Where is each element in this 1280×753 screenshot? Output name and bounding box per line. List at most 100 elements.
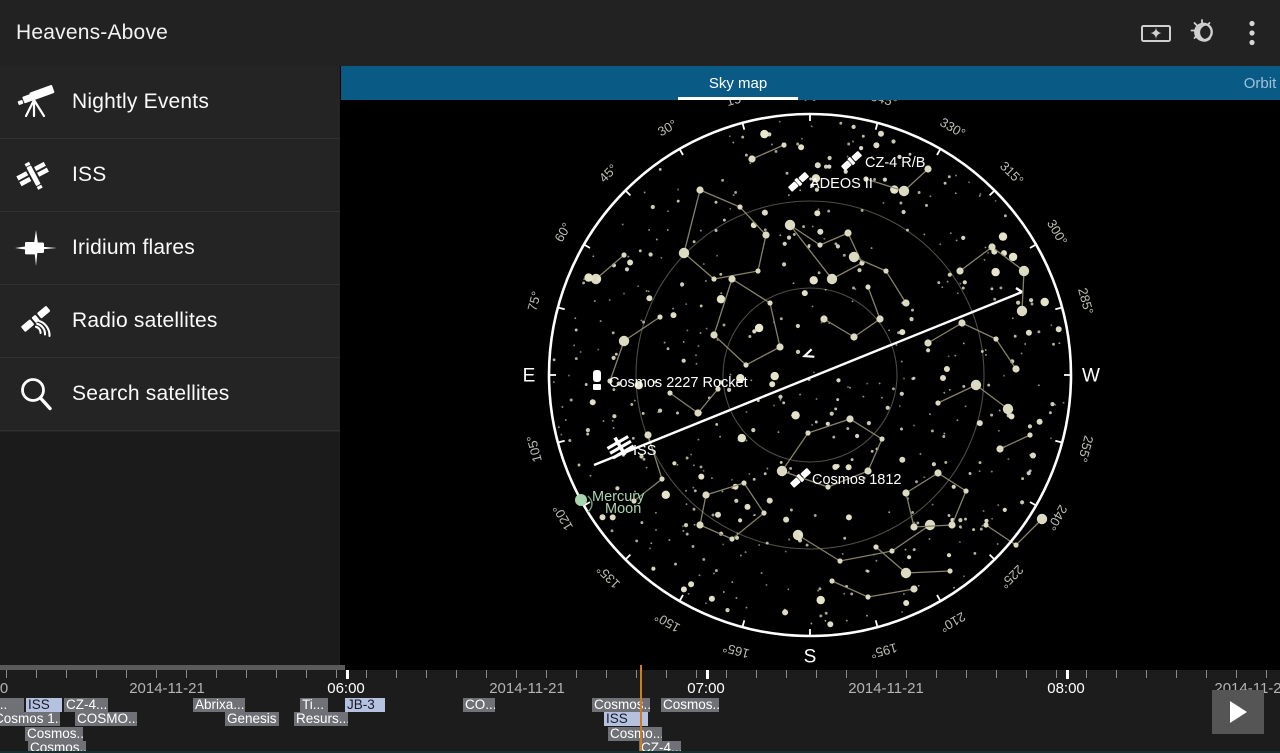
radio-satellite-icon — [0, 304, 72, 338]
timeline-tick — [936, 670, 937, 678]
timeline[interactable]: 02014-11-2106:002014-11-2107:002014-11-2… — [0, 665, 1280, 753]
app-root: Heavens-Above — [0, 0, 1280, 753]
timeline-tick — [966, 670, 967, 678]
timeline-event-chip[interactable]: Genesis I — [225, 712, 279, 726]
drawer-empty-area — [0, 432, 340, 665]
timeline-tick — [546, 670, 547, 678]
timeline-major-tick — [706, 670, 709, 679]
timeline-tick — [726, 670, 727, 678]
timeline-tick — [816, 670, 817, 678]
tab-sky-map[interactable]: Sky map — [669, 66, 807, 100]
timeline-tick — [1236, 670, 1237, 678]
cardboard-vr-icon[interactable] — [1132, 0, 1180, 66]
timeline-event-chip[interactable]: Cosmos 1... — [0, 712, 60, 726]
space-station-icon — [0, 158, 72, 192]
timeline-tick — [366, 670, 367, 678]
timeline-event-chip[interactable]: ISS — [26, 698, 62, 712]
timeline-tick — [636, 670, 637, 678]
timeline-event-chip[interactable]: Cosmos... — [25, 727, 83, 741]
timeline-ruler-label: 08:00 — [1047, 680, 1085, 697]
tab-orbit[interactable]: Orbit — [1212, 66, 1280, 100]
satellite-label[interactable]: ISS — [633, 443, 656, 459]
satellite-label[interactable]: CZ-4 R/B — [865, 155, 925, 171]
sky-map-canvas[interactable]: NESW15°30°45°60°75°105°120°135°150°165°1… — [341, 100, 1280, 665]
timeline-tick — [516, 670, 517, 678]
timeline-tick — [1026, 670, 1027, 678]
timeline-tick — [276, 670, 277, 678]
timeline-tick — [1266, 670, 1267, 678]
content-area: Sky map Orbit NESW15°30°45°60°75°105°120… — [341, 66, 1280, 665]
timeline-event-chip[interactable]: ... — [0, 698, 24, 712]
timeline-tick — [126, 670, 127, 678]
sidebar-item-label: ISS — [72, 163, 106, 187]
sidebar-item-radio-satellites[interactable]: Radio satellites — [0, 285, 340, 358]
iridium-flare-icon — [0, 230, 72, 266]
timeline-tick — [846, 670, 847, 678]
timeline-tick — [786, 670, 787, 678]
timeline-time-cursor[interactable] — [640, 665, 642, 753]
rocket-body-icon[interactable] — [593, 370, 601, 390]
timeline-tick — [696, 670, 697, 678]
play-button[interactable] — [1212, 690, 1264, 734]
navigation-drawer: Nightly Events ISS — [0, 66, 341, 665]
timeline-tick — [246, 670, 247, 678]
timeline-event-chip[interactable]: Abrixa... — [193, 698, 245, 712]
timeline-tick — [6, 670, 7, 678]
timeline-tick — [426, 670, 427, 678]
timeline-event-chip[interactable]: Ti... — [300, 698, 328, 712]
timeline-tick — [186, 670, 187, 678]
sidebar-item-label: Nightly Events — [72, 90, 209, 114]
timeline-ruler-label: 2014-11-21 — [489, 680, 565, 697]
timeline-event-chip[interactable]: CZ-4... — [64, 698, 108, 712]
satellite-label[interactable]: Cosmos 1812 — [812, 472, 901, 488]
timeline-ruler-label: 2014-11-21 — [129, 680, 205, 697]
timeline-ruler-label: 06:00 — [327, 680, 365, 697]
action-bar: Heavens-Above — [0, 0, 1280, 66]
timeline-tick — [1176, 670, 1177, 678]
action-bar-icons — [1132, 0, 1280, 66]
satellite-label[interactable]: ADEOS II — [810, 176, 873, 192]
timeline-event-chip[interactable]: Cosmos... — [661, 698, 719, 712]
timeline-event-chip[interactable]: JB-3 — [345, 698, 385, 712]
timeline-ruler-label: 07:00 — [687, 680, 725, 697]
sidebar-item-iss[interactable]: ISS — [0, 139, 340, 212]
app-title: Heavens-Above — [16, 21, 1132, 45]
telescope-icon — [0, 85, 72, 119]
timeline-tick — [156, 670, 157, 678]
sidebar-item-label: Radio satellites — [72, 309, 218, 333]
timeline-event-chip[interactable]: COSMO... — [75, 712, 137, 726]
timeline-tick — [486, 670, 487, 678]
timeline-tick — [1206, 670, 1207, 678]
cardinal-label: W — [1082, 366, 1100, 387]
timeline-tick — [1086, 670, 1087, 678]
day-night-icon[interactable] — [1180, 0, 1228, 66]
cardinal-label: E — [523, 366, 536, 387]
timeline-tick — [216, 670, 217, 678]
satellite-label[interactable]: Cosmos 2227 Rocket — [609, 375, 748, 391]
cardinal-label: S — [804, 647, 817, 666]
planet-marker[interactable] — [575, 494, 587, 506]
overflow-menu-icon[interactable] — [1228, 0, 1276, 66]
timeline-tick — [756, 670, 757, 678]
timeline-event-chip[interactable]: Resurs... — [294, 712, 348, 726]
sidebar-item-label: Search satellites — [72, 382, 229, 406]
timeline-event-chip[interactable]: Cosmo... — [608, 727, 662, 741]
sidebar-item-nightly-events[interactable]: Nightly Events — [0, 66, 340, 139]
tab-bar: Sky map Orbit — [341, 66, 1280, 100]
moon-label[interactable]: Moon — [605, 501, 641, 517]
timeline-tick — [1116, 670, 1117, 678]
sidebar-item-iridium-flares[interactable]: Iridium flares — [0, 212, 340, 285]
search-icon — [0, 375, 72, 413]
sky-map[interactable]: NESW15°30°45°60°75°105°120°135°150°165°1… — [341, 100, 1280, 665]
sidebar-item-search-satellites[interactable]: Search satellites — [0, 358, 340, 431]
timeline-tick — [306, 670, 307, 678]
timeline-tick — [456, 670, 457, 678]
timeline-tick — [1146, 670, 1147, 678]
timeline-tick — [666, 670, 667, 678]
cardinal-label: N — [803, 100, 817, 106]
timeline-tick — [336, 670, 337, 678]
timeline-tick — [576, 670, 577, 678]
timeline-event-chip[interactable]: CO... — [463, 698, 495, 712]
timeline-tick — [36, 670, 37, 678]
timeline-tick — [906, 670, 907, 678]
